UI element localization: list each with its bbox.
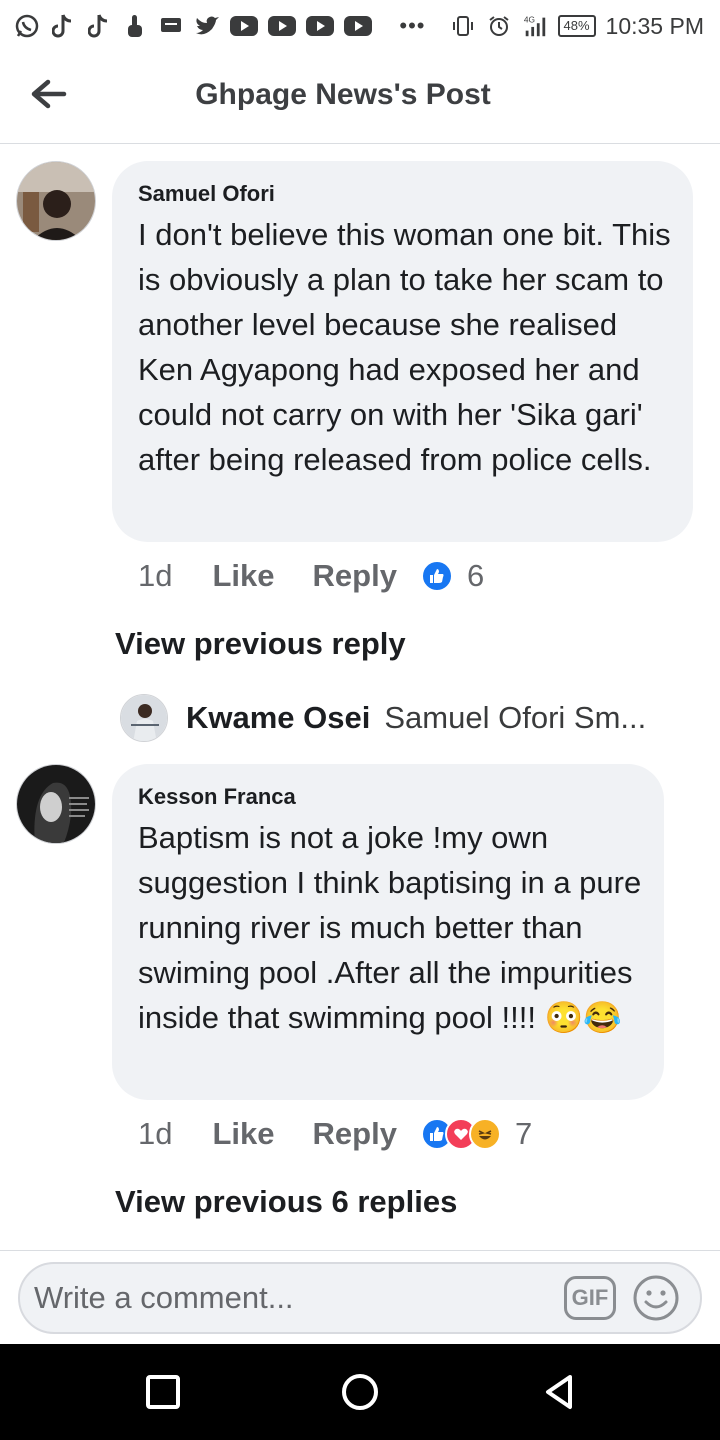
signal-icon: 4G	[522, 13, 548, 39]
alarm-icon	[486, 13, 512, 39]
notification-icons	[14, 10, 372, 42]
avatar[interactable]	[120, 694, 168, 742]
youtube-icon	[230, 16, 258, 36]
comment-author[interactable]: Samuel Ofori	[138, 181, 275, 207]
reply-preview[interactable]: Kwame Osei Samuel Ofori Sm...	[120, 692, 670, 744]
svg-text:4G: 4G	[523, 14, 534, 24]
reply-text: Samuel Ofori Sm...	[384, 700, 647, 735]
comment-author[interactable]: Kesson Franca	[138, 784, 296, 810]
reply-button[interactable]: Reply	[313, 1116, 397, 1152]
clock: 10:35 PM	[605, 12, 704, 39]
comment-actions: 1d Like Reply 7	[138, 1114, 532, 1154]
avatar[interactable]	[16, 161, 96, 241]
whatsapp-icon	[14, 13, 40, 39]
reaction-summary[interactable]	[420, 560, 453, 592]
system-nav-bar	[0, 1344, 720, 1440]
like-button[interactable]: Like	[212, 558, 274, 594]
status-bar: ••• 4G 48% 10:35 PM	[0, 0, 720, 52]
comment-input[interactable]	[34, 1278, 534, 1318]
system-status: ••• 4G 48% 10:35 PM	[399, 10, 704, 42]
reaction-count[interactable]: 6	[467, 558, 484, 594]
message-icon	[158, 13, 184, 39]
home-icon[interactable]	[340, 1372, 380, 1412]
gif-button[interactable]: GIF	[564, 1276, 616, 1320]
tiktok-icon	[50, 13, 76, 39]
tiktok-icon	[86, 13, 112, 39]
divider	[0, 1250, 720, 1251]
comment-timestamp[interactable]: 1d	[138, 558, 172, 594]
avatar[interactable]	[16, 764, 96, 844]
touch-icon	[122, 13, 148, 39]
vibrate-icon	[450, 13, 476, 39]
view-previous-replies-link[interactable]: View previous reply	[115, 626, 406, 662]
reply-author[interactable]: Kwame Osei	[186, 700, 370, 736]
twitter-icon	[194, 13, 220, 39]
youtube-icon	[344, 16, 372, 36]
comment-composer: GIF	[18, 1262, 702, 1334]
reaction-count[interactable]: 7	[515, 1116, 532, 1152]
battery-indicator: 48%	[557, 15, 596, 37]
comment-actions: 1d Like Reply 6	[138, 556, 484, 596]
more-notifications-icon: •••	[399, 13, 426, 38]
comment-text: Baptism is not a joke !my own suggestion…	[138, 820, 642, 1035]
haha-reaction-icon	[468, 1118, 501, 1150]
comment-timestamp[interactable]: 1d	[138, 1116, 172, 1152]
recents-icon[interactable]	[145, 1374, 181, 1410]
emoji-icon[interactable]	[632, 1274, 680, 1322]
app-header: Ghpage News's Post	[0, 52, 720, 144]
reaction-summary[interactable]	[420, 1118, 501, 1150]
like-button[interactable]: Like	[212, 1116, 274, 1152]
reply-button[interactable]: Reply	[313, 558, 397, 594]
page-title: Ghpage News's Post	[195, 78, 491, 111]
back-triangle-icon[interactable]	[540, 1372, 580, 1412]
youtube-icon	[268, 16, 296, 36]
comment-text: I don't believe this woman one bit. This…	[138, 217, 671, 477]
view-previous-replies-link[interactable]: View previous 6 replies	[115, 1184, 457, 1220]
youtube-icon	[306, 16, 334, 36]
like-reaction-icon	[420, 560, 453, 592]
